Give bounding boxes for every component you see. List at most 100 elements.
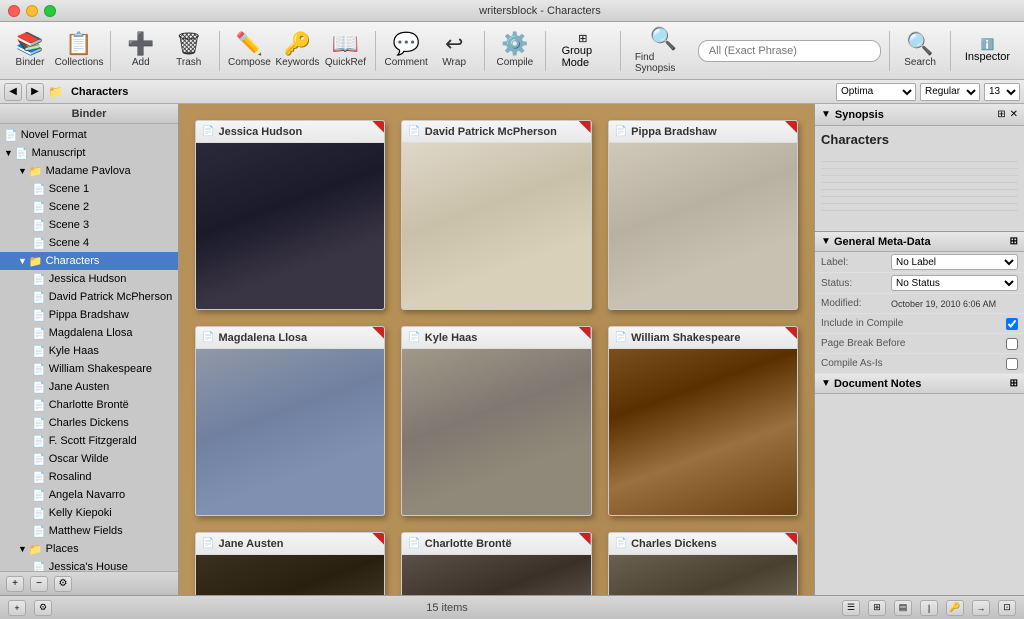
- binder-item-scene-4[interactable]: 📄Scene 4: [0, 234, 178, 252]
- remove-binder-item-button[interactable]: −: [30, 576, 48, 592]
- index-card-david-patrick[interactable]: 📄David Patrick McPherson: [401, 120, 591, 310]
- tree-item-icon: 📄: [32, 507, 46, 520]
- include-compile-checkbox[interactable]: [1006, 318, 1018, 330]
- keywords-icon: 🔑: [284, 33, 311, 55]
- card-header: 📄Magdalena Llosa: [196, 327, 384, 349]
- binder-sidebar: Binder 📄Novel Format▼📄Manuscript▼📁Madame…: [0, 104, 179, 595]
- binder-item-charles-dickens[interactable]: 📄Charles Dickens: [0, 414, 178, 432]
- binder-item-places[interactable]: ▼📁Places: [0, 540, 178, 558]
- disclosure-triangle[interactable]: ▼: [18, 544, 27, 554]
- close-button[interactable]: [8, 5, 20, 17]
- card-portrait: [402, 143, 590, 309]
- binder-item-angela-navarro[interactable]: 📄Angela Navarro: [0, 486, 178, 504]
- binder-item-jessica-hudson[interactable]: 📄Jessica Hudson: [0, 270, 178, 288]
- tree-item-icon: 📄: [32, 237, 46, 250]
- binder-item-pippa-bradshaw[interactable]: 📄Pippa Bradshaw: [0, 306, 178, 324]
- add-binder-item-button[interactable]: +: [6, 576, 24, 592]
- nav-next-button[interactable]: ▶: [26, 83, 44, 101]
- search-input[interactable]: [698, 40, 882, 62]
- view-btn-6[interactable]: →: [972, 600, 990, 616]
- view-btn-5[interactable]: 🔑: [946, 600, 964, 616]
- keywords-button[interactable]: 🔑 Keywords: [275, 26, 319, 76]
- index-card-jessica-hudson[interactable]: 📄Jessica Hudson: [195, 120, 385, 310]
- group-mode-button[interactable]: ⊞ Group Mode: [554, 26, 613, 76]
- index-card-charlotte-bronte[interactable]: 📄Charlotte Brontë: [401, 532, 591, 595]
- disclosure-triangle[interactable]: ▼: [18, 256, 27, 266]
- status-add-button[interactable]: +: [8, 600, 26, 616]
- binder-item-rosalind[interactable]: 📄Rosalind: [0, 468, 178, 486]
- collections-button[interactable]: 📋 Collections: [56, 26, 102, 76]
- traffic-lights[interactable]: [8, 5, 56, 17]
- binder-item-manuscript[interactable]: ▼📄Manuscript: [0, 144, 178, 162]
- tree-item-icon: 📁: [29, 543, 43, 556]
- binder-item-scene-3[interactable]: 📄Scene 3: [0, 216, 178, 234]
- compile-as-is-checkbox[interactable]: [1006, 358, 1018, 370]
- binder-item-jessicas-house[interactable]: 📄Jessica's House: [0, 558, 178, 571]
- index-card-magdalena-llosa[interactable]: 📄Magdalena Llosa: [195, 326, 385, 516]
- inspector-button[interactable]: ℹ️ Inspector: [959, 26, 1016, 76]
- label-select[interactable]: No Label: [891, 254, 1018, 270]
- compile-button[interactable]: ⚙️ Compile: [493, 26, 537, 76]
- index-card-charles-dickens[interactable]: 📄Charles Dickens: [608, 532, 798, 595]
- add-button[interactable]: ➕ Add: [119, 26, 163, 76]
- disclosure-triangle[interactable]: ▼: [18, 166, 27, 176]
- index-card-jane-austen[interactable]: 📄Jane Austen: [195, 532, 385, 595]
- search-button[interactable]: 🔍 Search: [898, 26, 942, 76]
- comment-button[interactable]: 💬 Comment: [384, 26, 428, 76]
- status-select[interactable]: No Status: [891, 275, 1018, 291]
- nav-prev-button[interactable]: ◀: [4, 83, 22, 101]
- binder-item-matthew-fields[interactable]: 📄Matthew Fields: [0, 522, 178, 540]
- zoom-button[interactable]: [44, 5, 56, 17]
- corkboard-area[interactable]: 📄Jessica Hudson📄David Patrick McPherson📄…: [179, 104, 814, 595]
- index-card-pippa-bradshaw[interactable]: 📄Pippa Bradshaw: [608, 120, 798, 310]
- binder-item-kyle-haas[interactable]: 📄Kyle Haas: [0, 342, 178, 360]
- index-card-william-shakespeare[interactable]: 📄William Shakespeare: [608, 326, 798, 516]
- binder-item-jane-austen[interactable]: 📄Jane Austen: [0, 378, 178, 396]
- wrap-button[interactable]: ↩ Wrap: [432, 26, 476, 76]
- binder-item-f-scott[interactable]: 📄F. Scott Fitzgerald: [0, 432, 178, 450]
- binder-item-scene-1[interactable]: 📄Scene 1: [0, 180, 178, 198]
- index-card-kyle-haas[interactable]: 📄Kyle Haas: [401, 326, 591, 516]
- tree-item-icon: 📄: [32, 381, 46, 394]
- binder-item-oscar-wilde[interactable]: 📄Oscar Wilde: [0, 450, 178, 468]
- view-btn-7[interactable]: ⊡: [998, 600, 1016, 616]
- group-mode-label: Group Mode: [562, 45, 605, 69]
- binder-item-charlotte-bronte[interactable]: 📄Charlotte Brontë: [0, 396, 178, 414]
- binder-item-characters[interactable]: ▼📁Characters: [0, 252, 178, 270]
- page-break-checkbox[interactable]: [1006, 338, 1018, 350]
- size-select[interactable]: 13: [984, 83, 1020, 101]
- binder-item-magdalena-llosa[interactable]: 📄Magdalena Llosa: [0, 324, 178, 342]
- binder-item-william-shakespeare[interactable]: 📄William Shakespeare: [0, 360, 178, 378]
- disclosure-triangle[interactable]: ▼: [4, 148, 13, 158]
- status-settings-button[interactable]: ⚙: [34, 600, 52, 616]
- binder-settings-button[interactable]: ⚙: [54, 576, 72, 592]
- view-btn-2[interactable]: ⊞: [868, 600, 886, 616]
- section-title: Characters: [71, 86, 128, 98]
- synopsis-content: Characters: [815, 126, 1024, 227]
- binder-item-david-patrick[interactable]: 📄David Patrick McPherson: [0, 288, 178, 306]
- trash-button[interactable]: 🗑 Trash: [167, 26, 211, 76]
- binder-item-novel-format[interactable]: 📄Novel Format: [0, 126, 178, 144]
- compose-button[interactable]: ✏️ Compose: [227, 26, 271, 76]
- binder-item-madame-pavlova[interactable]: ▼📁Madame Pavlova: [0, 162, 178, 180]
- binder-button[interactable]: 📚 Binder: [8, 26, 52, 76]
- quickref-button[interactable]: 📖 QuickRef: [323, 26, 367, 76]
- minimize-button[interactable]: [26, 5, 38, 17]
- style-select[interactable]: Regular: [920, 83, 980, 101]
- card-header: 📄Kyle Haas: [402, 327, 590, 349]
- binder-tree[interactable]: 📄Novel Format▼📄Manuscript▼📁Madame Pavlov…: [0, 124, 178, 571]
- binder-item-scene-2[interactable]: 📄Scene 2: [0, 198, 178, 216]
- sep-8: [950, 31, 951, 71]
- tree-item-label: Pippa Bradshaw: [49, 309, 129, 321]
- view-btn-4[interactable]: |: [920, 600, 938, 616]
- card-header: 📄William Shakespeare: [609, 327, 797, 349]
- collections-icon: 📋: [65, 33, 92, 55]
- font-select[interactable]: Optima: [836, 83, 916, 101]
- find-synopsis-button[interactable]: 🔍 Find Synopsis: [629, 26, 698, 76]
- view-btn-1[interactable]: ☰: [842, 600, 860, 616]
- card-type-icon: 📄: [615, 538, 627, 549]
- trash-icon: 🗑: [175, 33, 203, 55]
- tree-item-label: Scene 3: [49, 219, 89, 231]
- view-btn-3[interactable]: ▤: [894, 600, 912, 616]
- binder-item-kelly-kiepoki[interactable]: 📄Kelly Kiepoki: [0, 504, 178, 522]
